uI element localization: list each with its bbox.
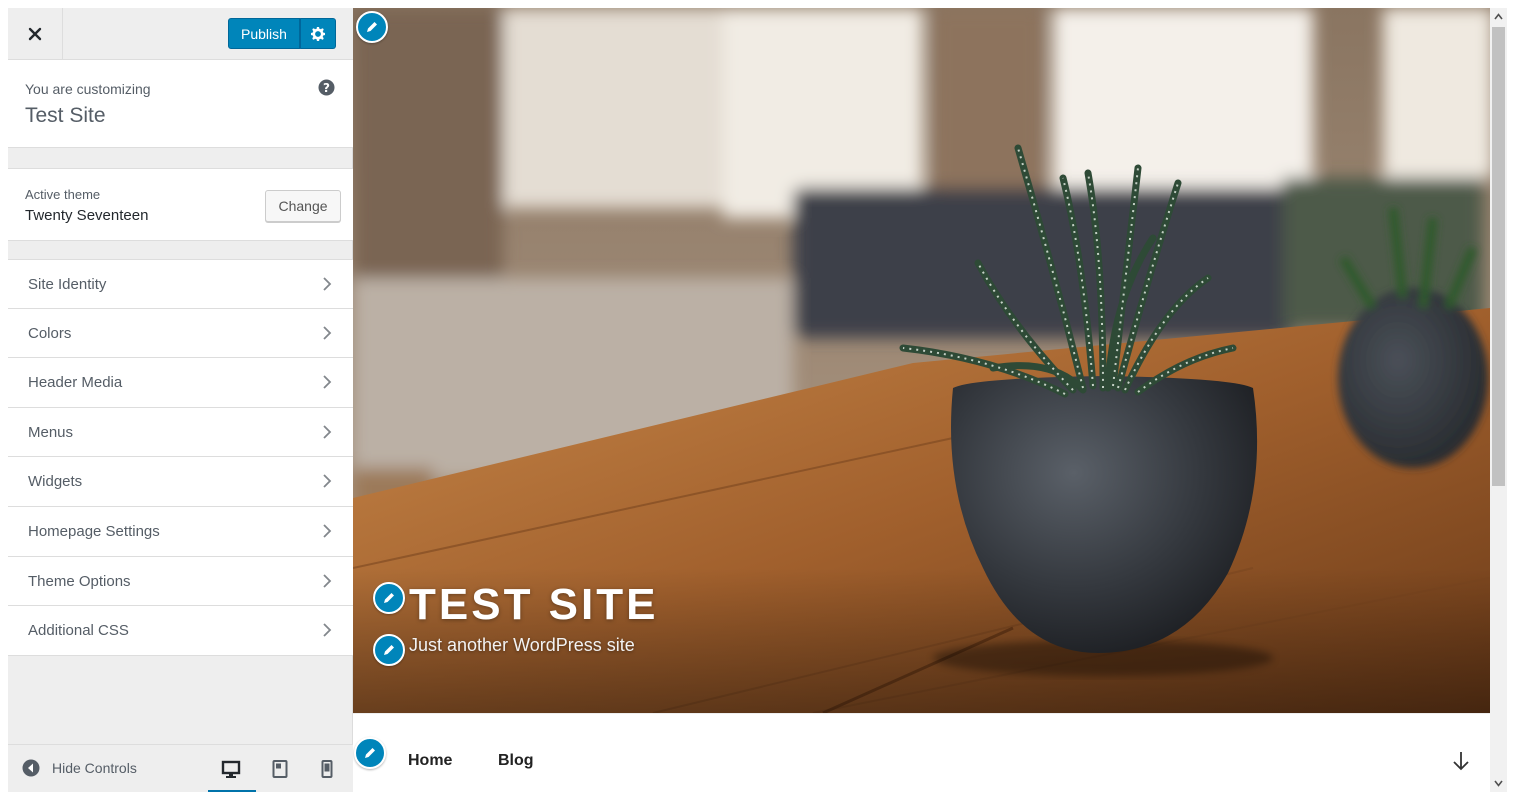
- active-theme-label: Active theme: [25, 187, 101, 202]
- hide-controls-button[interactable]: Hide Controls: [22, 759, 137, 777]
- site-navigation: Home Blog: [353, 713, 1490, 792]
- section-label: Homepage Settings: [28, 522, 160, 540]
- desktop-icon: [221, 760, 241, 778]
- section-widgets[interactable]: Widgets: [8, 457, 353, 507]
- help-button[interactable]: ?: [318, 79, 335, 101]
- section-label: Theme Options: [28, 572, 131, 590]
- section-homepage-settings[interactable]: Homepage Settings: [8, 506, 353, 557]
- section-label: Widgets: [28, 473, 83, 491]
- section-theme-options[interactable]: Theme Options: [8, 556, 353, 607]
- publish-button[interactable]: Publish: [228, 18, 300, 49]
- scroll-thumb[interactable]: [1492, 27, 1505, 486]
- hide-controls-label: Hide Controls: [52, 760, 137, 776]
- section-label: Menus: [28, 423, 74, 441]
- customizer-sections: Site Identity Colors Header Media Menus …: [8, 259, 353, 656]
- section-label: Additional CSS: [28, 622, 129, 640]
- section-site-identity[interactable]: Site Identity: [8, 259, 353, 309]
- publish-settings-button[interactable]: [299, 18, 336, 49]
- edit-header-media-button[interactable]: [356, 11, 388, 43]
- chevron-right-icon: [323, 474, 332, 489]
- chevron-right-icon: [323, 325, 332, 340]
- preview-mobile-button[interactable]: [313, 755, 341, 783]
- customizer-header: Publish: [8, 8, 353, 60]
- tablet-icon: [272, 760, 288, 778]
- pencil-icon: [384, 645, 394, 655]
- customizer-footer: Hide Controls: [8, 744, 353, 792]
- nav-blog-link[interactable]: Blog: [498, 752, 534, 770]
- pencil-icon: [367, 22, 377, 32]
- section-additional-css[interactable]: Additional CSS: [8, 606, 353, 656]
- customizing-site-title: Test Site: [25, 104, 106, 127]
- edit-tagline-button[interactable]: [373, 634, 405, 666]
- active-theme-panel: Active theme Twenty Seventeen Change: [8, 168, 353, 241]
- nav-home-link[interactable]: Home: [408, 752, 452, 770]
- scroll-up-button[interactable]: [1490, 8, 1507, 25]
- edit-menu-button[interactable]: [354, 737, 386, 769]
- preview-desktop-button[interactable]: [217, 755, 245, 783]
- chevron-right-icon: [323, 623, 332, 637]
- preview-scrollbar[interactable]: [1490, 8, 1507, 792]
- chevron-right-icon: [323, 425, 332, 439]
- pencil-icon: [384, 593, 394, 603]
- scroll-down-button[interactable]: [1490, 775, 1507, 792]
- close-button[interactable]: [8, 8, 63, 60]
- section-colors[interactable]: Colors: [8, 308, 353, 359]
- preview-site-title[interactable]: TEST SITE: [409, 580, 658, 630]
- preview-site-tagline: Just another WordPress site: [409, 635, 635, 655]
- section-label: Site Identity: [28, 276, 107, 293]
- header-media: TEST SITE Just another WordPress site: [353, 8, 1490, 713]
- site-preview: TEST SITE Just another WordPress site Ho…: [353, 8, 1490, 792]
- chevron-right-icon: [323, 277, 332, 291]
- help-icon: ?: [318, 79, 335, 96]
- collapse-icon: [22, 759, 40, 777]
- svg-text:?: ?: [323, 81, 330, 95]
- customizing-label: You are customizing: [25, 81, 151, 97]
- edit-site-title-button[interactable]: [373, 582, 405, 614]
- chevron-right-icon: [323, 524, 332, 538]
- section-menus[interactable]: Menus: [8, 407, 353, 458]
- gear-icon: [310, 26, 325, 41]
- pencil-icon: [365, 748, 375, 758]
- chevron-down-icon: [1494, 780, 1503, 787]
- close-icon: [28, 27, 42, 41]
- arrow-down-icon[interactable]: [1451, 750, 1471, 772]
- change-theme-button[interactable]: Change: [265, 190, 341, 222]
- chevron-right-icon: [323, 573, 332, 588]
- active-theme-name: Twenty Seventeen: [25, 207, 149, 224]
- chevron-right-icon: [323, 375, 332, 389]
- section-header-media[interactable]: Header Media: [8, 358, 353, 408]
- mobile-icon: [321, 760, 333, 778]
- chevron-up-icon: [1494, 13, 1503, 20]
- customizer-sidebar: Publish You are customizing Test Site ? …: [8, 8, 353, 792]
- section-label: Header Media: [28, 374, 123, 392]
- section-label: Colors: [28, 324, 72, 342]
- customize-info-panel: You are customizing Test Site ?: [8, 60, 353, 148]
- publish-group: Publish: [228, 18, 336, 49]
- preview-tablet-button[interactable]: [266, 755, 294, 783]
